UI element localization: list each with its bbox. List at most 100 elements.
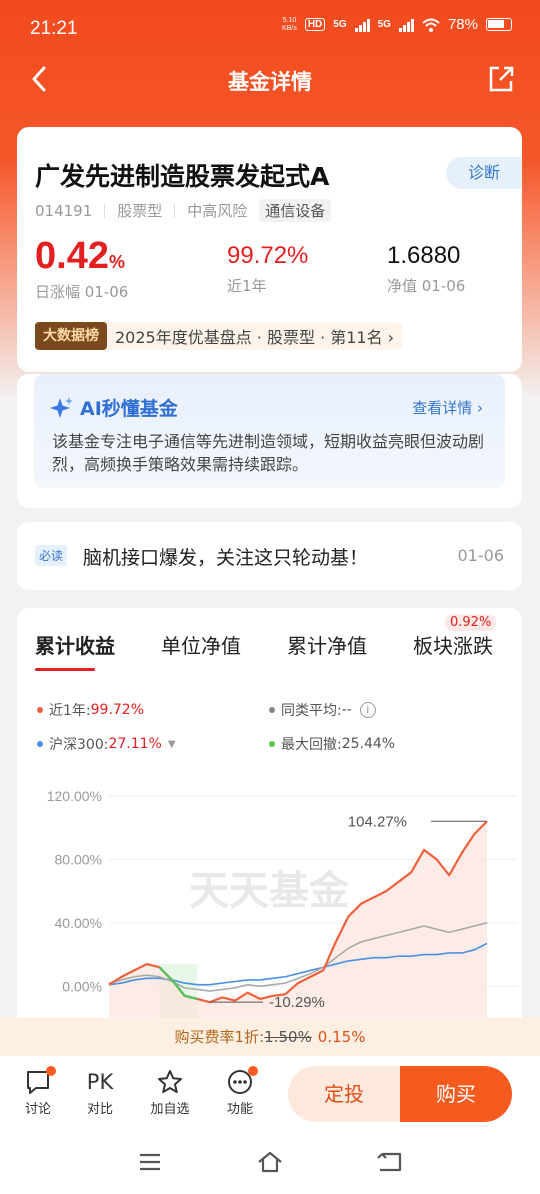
legend-fund: 近1年: 99.72% xyxy=(37,700,144,720)
legend-dot xyxy=(37,707,43,713)
status-bar: 21:21 5.10 KB/s HD 5G 5G 78% xyxy=(0,0,540,58)
daily-change-unit: % xyxy=(108,252,125,272)
legend-fund-value: 99.72% xyxy=(90,702,145,718)
battery-percent: 78% xyxy=(447,16,478,33)
ai-description: 该基金专注电子通信等先进制造领域，短期收益亮眼但波动剧烈，高频换手策略效果需持续… xyxy=(52,432,485,474)
signal-icon-2 xyxy=(398,18,414,32)
must-read-badge: 必读 xyxy=(35,545,68,566)
fee-banner: 购买费率1折:1.50% 0.15% xyxy=(0,1018,540,1056)
fund-sector-tag[interactable]: 通信设备 xyxy=(259,199,332,222)
y-tick-label: 80.00% xyxy=(55,851,102,867)
fee-discounted: 0.15% xyxy=(317,1028,366,1046)
bottom-action-bar: 讨论 PK 对比 加自选 功能 定投 购买 xyxy=(0,1056,540,1134)
return-chart[interactable]: 120.00% 80.00% 40.00% 0.00% 天天基金 104.27% -10.2… xyxy=(17,768,522,1018)
year-return-stat: 99.72% 近1年 xyxy=(227,239,308,296)
notification-dot xyxy=(248,1066,258,1076)
fund-type: 股票型 xyxy=(117,202,163,220)
legend-peer-label: 同类平均: xyxy=(281,703,342,719)
fund-name: 广发先进制造股票发起式A xyxy=(35,162,330,191)
back-nav-icon[interactable] xyxy=(376,1150,404,1174)
max-value-label: 104.27% xyxy=(348,813,407,830)
legend-peer: 同类平均: -- i xyxy=(269,700,376,720)
tab-cumulative-return[interactable]: 累计收益 xyxy=(35,630,115,659)
chart-tabs: 累计收益 单位净值 累计净值 板块涨跌 xyxy=(17,630,522,671)
year-return-label: 近1年 xyxy=(227,277,267,295)
fund-area-fill xyxy=(109,821,487,1018)
more-functions-button[interactable]: 功能 xyxy=(216,1066,264,1117)
sparkle-icon xyxy=(50,396,73,418)
watchlist-label: 加自选 xyxy=(150,1102,190,1117)
legend-dot xyxy=(37,741,43,747)
ranking-badge: 大数据榜 xyxy=(35,322,107,350)
ai-detail-link[interactable]: 查看详情 › xyxy=(412,397,483,418)
fund-tags: 014191 股票型 中高风险 通信设备 xyxy=(35,199,332,222)
min-value-label: -10.29% xyxy=(269,994,325,1011)
signal-5g-label-1: 5G xyxy=(333,19,347,30)
y-tick-label: 0.00% xyxy=(62,978,102,994)
performance-chart-card: 累计收益 单位净值 累计净值 板块涨跌 0.92% 近1年: 99.72% 同类… xyxy=(17,608,522,1068)
news-headline: 脑机接口爆发，关注这只轮动基！ xyxy=(83,547,369,569)
news-card[interactable]: 必读 脑机接口爆发，关注这只轮动基！ 01-06 xyxy=(17,522,522,590)
discuss-button[interactable]: 讨论 xyxy=(14,1066,62,1117)
chevron-down-icon: ▼ xyxy=(167,738,176,750)
ai-title: AI秒懂基金 xyxy=(50,394,178,421)
tab-sector-change[interactable]: 板块涨跌 xyxy=(413,630,493,659)
discuss-label: 讨论 xyxy=(24,1102,51,1117)
notification-dot xyxy=(46,1066,56,1076)
wifi-icon xyxy=(422,18,440,32)
fund-code: 014191 xyxy=(35,201,93,220)
signal-icon xyxy=(354,18,370,32)
compare-label: 对比 xyxy=(86,1102,113,1117)
compare-button[interactable]: PK 对比 xyxy=(76,1066,124,1117)
ranking-text: 2025年度优基盘点 · 股票型 · 第11名 › xyxy=(115,328,395,347)
signal-5g-label-2: 5G xyxy=(377,19,391,30)
info-icon[interactable]: i xyxy=(359,702,376,718)
legend-fund-label: 近1年: xyxy=(49,703,91,719)
active-tab-indicator xyxy=(35,668,95,671)
daily-change-label: 日涨幅 01-06 xyxy=(35,283,129,301)
legend-drawdown-value: 25.44% xyxy=(341,736,396,752)
legend-peer-value: -- xyxy=(341,702,352,718)
ai-summary-card: AI秒懂基金 查看详情 › 该基金专注电子通信等先进制造领域，短期收益亮眼但波动… xyxy=(17,374,522,508)
add-watchlist-button[interactable]: 加自选 xyxy=(146,1066,194,1117)
divider xyxy=(174,203,176,218)
legend-dot xyxy=(269,741,275,747)
battery-icon xyxy=(486,18,512,31)
sector-change-badge: 0.92% xyxy=(445,614,497,631)
legend-index-label: 沪深300: xyxy=(49,737,109,753)
net-speed: 5.10 KB/s xyxy=(282,16,297,32)
legend-drawdown-label: 最大回撤: xyxy=(281,737,342,753)
tab-unit-nav[interactable]: 单位净值 xyxy=(161,630,241,659)
buy-button[interactable]: 购买 xyxy=(400,1066,512,1122)
share-icon[interactable] xyxy=(486,64,516,94)
watermark: 天天基金 xyxy=(189,867,350,914)
nav-value: 1.6880 xyxy=(387,242,461,269)
system-nav-bar xyxy=(0,1134,540,1194)
legend-index-value: 27.11% xyxy=(108,736,162,752)
status-icons: 5.10 KB/s HD 5G 5G 78% xyxy=(282,16,512,33)
legend-dot xyxy=(269,707,275,713)
fee-original: 1.50% xyxy=(264,1028,312,1046)
page-title: 基金详情 xyxy=(228,70,312,94)
diagnose-button[interactable]: 诊断 xyxy=(446,157,522,189)
fund-summary-card: 广发先进制造股票发起式A 诊断 014191 股票型 中高风险 通信设备 0.4… xyxy=(17,127,522,372)
legend-drawdown: 最大回撤: 25.44% xyxy=(269,734,395,754)
ai-summary-panel[interactable]: AI秒懂基金 查看详情 › 该基金专注电子通信等先进制造领域，短期收益亮眼但波动… xyxy=(34,374,505,488)
hd-icon: HD xyxy=(304,18,326,31)
tab-accumulated-nav[interactable]: 累计净值 xyxy=(287,630,367,659)
daily-change-value: 0.42 xyxy=(35,235,109,277)
star-icon xyxy=(158,1070,182,1093)
status-time: 21:21 xyxy=(30,18,78,39)
nav-bar: 基金详情 xyxy=(0,58,540,104)
auto-invest-button[interactable]: 定投 xyxy=(288,1066,400,1122)
fund-risk: 中高风险 xyxy=(187,202,248,220)
more-label: 功能 xyxy=(226,1102,253,1117)
ranking-banner[interactable]: 大数据榜 2025年度优基盘点 · 股票型 · 第11名 › xyxy=(35,322,403,350)
menu-icon[interactable] xyxy=(138,1150,162,1174)
fee-prefix: 购买费率1折: xyxy=(174,1028,265,1046)
y-tick-label: 120.00% xyxy=(47,788,102,804)
nav-stat: 1.6880 净值 01-06 xyxy=(387,239,465,296)
y-tick-label: 40.00% xyxy=(55,915,102,931)
home-icon[interactable] xyxy=(256,1150,284,1174)
legend-index[interactable]: 沪深300: 27.11% ▼ xyxy=(37,734,176,754)
